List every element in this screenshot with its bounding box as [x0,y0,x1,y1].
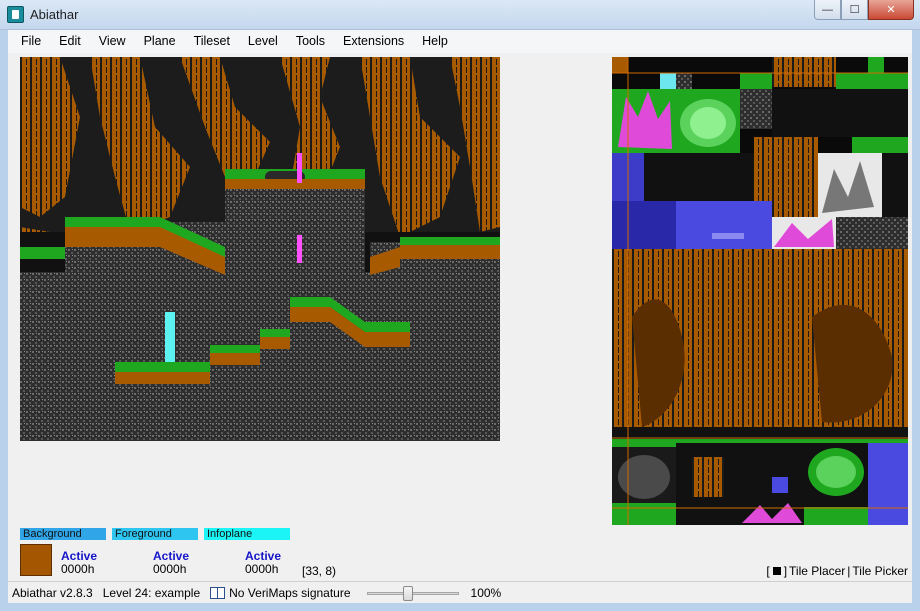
menu-level[interactable]: Level [239,30,287,53]
menu-view[interactable]: View [90,30,135,53]
cursor-coordinates: [33, 8) [302,564,337,578]
tool-mode-separator: | [847,564,851,578]
verimaps-label: No VeriMaps signature [229,585,351,600]
tool-mode-indicator: [] Tile Placer | Tile Picker [766,564,908,578]
tool-mode-square-icon [772,567,781,575]
menu-edit[interactable]: Edit [50,30,90,53]
window-title: Abiathar [30,7,79,22]
plane-tab-foreground[interactable]: Foreground [112,528,198,540]
window-controls: — ☐ ✕ [814,0,914,20]
level-map-view[interactable] [20,57,500,441]
verimaps-status[interactable]: No VeriMaps signature [210,585,351,600]
client-area: File Edit View Plane Tileset Level Tools… [8,30,912,603]
menu-extensions[interactable]: Extensions [334,30,413,53]
menu-plane[interactable]: Plane [135,30,185,53]
menu-tileset[interactable]: Tileset [185,30,239,53]
tool-mode-bracket-close: ] [783,564,788,578]
infoplane-value: 0000h [245,562,279,576]
menu-help[interactable]: Help [413,30,457,53]
status-bar: Abiathar v2.8.3 Level 24: example No Ver… [8,581,912,603]
background-value: 0000h [61,562,95,576]
plane-tab-background[interactable]: Background [20,528,106,540]
zoom-slider-track [366,591,459,595]
menu-tools[interactable]: Tools [287,30,334,53]
maximize-button[interactable]: ☐ [841,0,868,20]
tile-placer-label[interactable]: Tile Placer [789,564,845,578]
foreground-value: 0000h [153,562,187,576]
menu-bar: File Edit View Plane Tileset Level Tools… [8,30,912,53]
book-icon [210,586,226,599]
plane-tab-infoplane[interactable]: Infoplane [204,528,290,540]
level-map-graphic [20,57,500,441]
close-button[interactable]: ✕ [868,0,914,20]
foreground-plane-status: Active 0000h [153,550,189,576]
background-plane-status: Active 0000h [61,550,97,576]
tileset-graphic [612,57,908,525]
infoplane-plane-status: Active 0000h [245,550,281,576]
zoom-slider[interactable] [366,585,459,601]
zoom-percent: 100% [470,585,502,600]
minimize-button[interactable]: — [814,0,841,20]
selected-tile-swatch [20,544,52,576]
tile-picker-label[interactable]: Tile Picker [852,564,908,578]
app-icon [7,6,24,23]
version-label: Abiathar v2.8.3 [12,585,93,600]
tool-mode-bracket-open: [ [766,564,770,578]
zoom-slider-thumb[interactable] [402,585,413,601]
title-bar: Abiathar — ☐ ✕ [0,0,920,30]
menu-file[interactable]: File [12,30,50,53]
tile-picker-palette[interactable] [612,57,908,525]
level-label: Level 24: example [102,585,201,600]
